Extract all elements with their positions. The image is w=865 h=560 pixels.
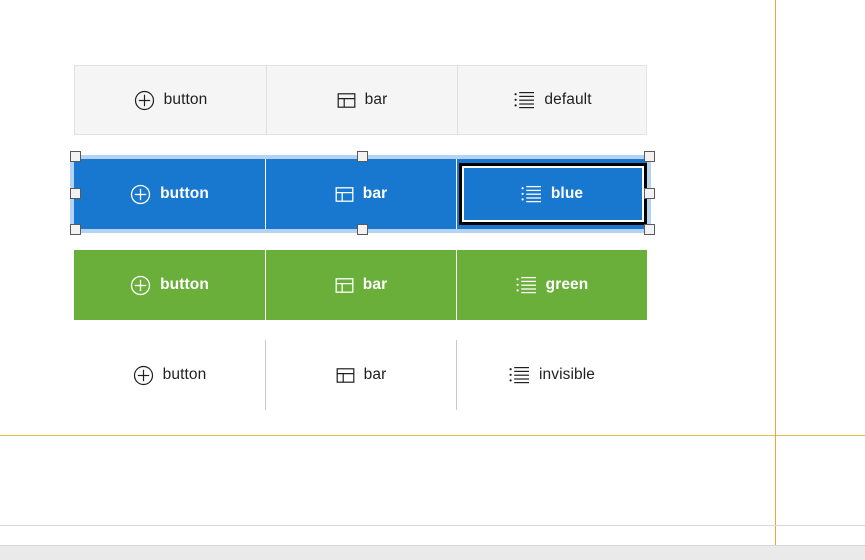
segment-label: bar — [364, 91, 388, 109]
handle-middle-right[interactable] — [644, 188, 655, 199]
horizontal-guide-line — [0, 435, 865, 436]
segment-bar-blue[interactable]: bar — [265, 159, 456, 229]
handle-bottom-right[interactable] — [644, 224, 655, 235]
handle-middle-left[interactable] — [70, 188, 81, 199]
segment-label: bar — [363, 366, 387, 384]
segment-list-invisible[interactable]: invisible — [456, 340, 647, 410]
segment-label: bar — [362, 185, 388, 203]
segment-bar-green[interactable]: bar — [265, 250, 456, 320]
button-group-green[interactable]: button bar green — [74, 250, 647, 320]
segment-button-green[interactable]: button — [74, 250, 265, 320]
plus-circle-icon — [130, 184, 151, 205]
segment-list-green[interactable]: green — [456, 250, 647, 320]
list-bullet-icon — [521, 185, 542, 203]
segment-bar-invisible[interactable]: bar — [265, 340, 456, 410]
segment-label: button — [162, 366, 207, 384]
ruler-line-upper — [0, 525, 865, 526]
segment-label: bar — [362, 276, 388, 294]
plus-circle-icon — [133, 365, 154, 386]
segment-label: button — [160, 276, 209, 294]
layout-bar-icon — [337, 91, 356, 110]
plus-circle-icon — [134, 90, 155, 111]
button-group-invisible[interactable]: button bar invisible — [74, 340, 647, 410]
plus-circle-icon — [130, 275, 151, 296]
segment-label: button — [160, 185, 209, 203]
list-bullet-icon — [516, 276, 537, 294]
segment-bar-default[interactable]: bar — [266, 66, 457, 134]
handle-top-right[interactable] — [644, 151, 655, 162]
bottom-status-strip — [0, 546, 865, 560]
segment-label: green — [545, 276, 589, 294]
list-bullet-icon — [509, 366, 530, 384]
list-bullet-icon — [514, 91, 535, 109]
segment-label: blue — [550, 185, 584, 203]
handle-bottom-center[interactable] — [357, 224, 368, 235]
handle-top-left[interactable] — [70, 151, 81, 162]
segment-list-blue[interactable]: blue — [456, 159, 647, 229]
segment-label: invisible — [538, 366, 596, 384]
button-group-blue[interactable]: button bar blue — [74, 159, 647, 229]
segment-button-blue[interactable]: button — [74, 159, 265, 229]
button-group-default[interactable]: button bar default — [74, 65, 647, 135]
handle-bottom-left[interactable] — [70, 224, 81, 235]
segment-button-default[interactable]: button — [75, 66, 266, 134]
layout-bar-icon — [335, 185, 354, 204]
layout-bar-icon — [336, 366, 355, 385]
handle-top-center[interactable] — [357, 151, 368, 162]
segment-label: default — [544, 91, 592, 109]
layout-bar-icon — [335, 276, 354, 295]
segment-label: button — [163, 91, 208, 109]
vertical-guide-line — [775, 0, 776, 560]
segment-list-default[interactable]: default — [457, 66, 648, 134]
segment-button-invisible[interactable]: button — [74, 340, 265, 410]
